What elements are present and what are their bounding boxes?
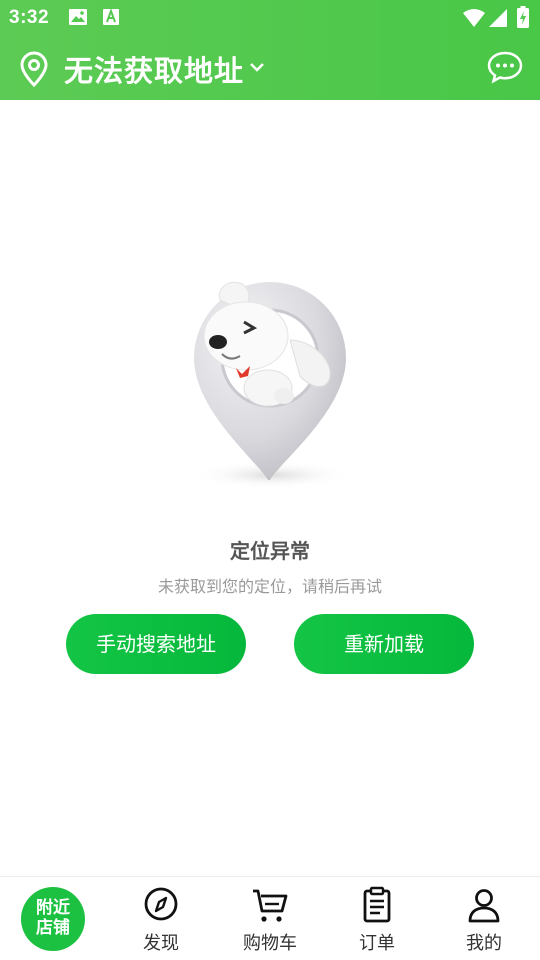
manual-search-address-button[interactable]: 手动搜索地址: [66, 614, 246, 674]
chevron-down-icon[interactable]: [248, 58, 266, 77]
error-subtitle: 未获取到您的定位，请稍后再试: [157, 577, 382, 596]
nearby-label-line2: 店铺: [36, 918, 70, 938]
tab-label: 订单: [359, 933, 395, 954]
clipboard-icon: [357, 886, 397, 926]
tab-label: 购物车: [243, 933, 297, 954]
signal-icon: [488, 8, 508, 32]
tab-cart[interactable]: 购物车: [220, 877, 320, 960]
bottom-tab-bar: 附近 店铺 发现 购物车 订单 我的: [0, 876, 540, 960]
error-title: 定位异常: [230, 539, 310, 563]
tab-profile[interactable]: 我的: [434, 877, 534, 960]
battery-icon: [517, 6, 529, 32]
tab-orders[interactable]: 订单: [327, 877, 427, 960]
cart-icon: [250, 886, 290, 926]
status-time: 3:32: [9, 7, 50, 28]
location-pin-icon[interactable]: [18, 51, 50, 91]
current-address[interactable]: 无法获取地址: [64, 48, 244, 90]
location-header: 无法获取地址: [0, 44, 540, 92]
location-error-illustration: [160, 270, 380, 500]
nearby-label-line1: 附近: [36, 898, 70, 918]
tab-label: 发现: [143, 933, 179, 954]
top-header-area: 3:32 无法获取地址: [0, 0, 540, 100]
user-icon: [464, 886, 504, 926]
status-bar: 3:32: [0, 0, 540, 36]
gallery-notification-icon: [68, 8, 88, 30]
app-notification-icon: [102, 8, 120, 30]
tab-nearby-stores[interactable]: 附近 店铺: [21, 887, 85, 951]
compass-icon: [141, 886, 181, 926]
wifi-icon: [462, 8, 486, 32]
tab-label: 我的: [466, 933, 502, 954]
reload-button[interactable]: 重新加载: [294, 614, 474, 674]
message-icon[interactable]: [486, 50, 524, 88]
tab-discover[interactable]: 发现: [111, 877, 211, 960]
